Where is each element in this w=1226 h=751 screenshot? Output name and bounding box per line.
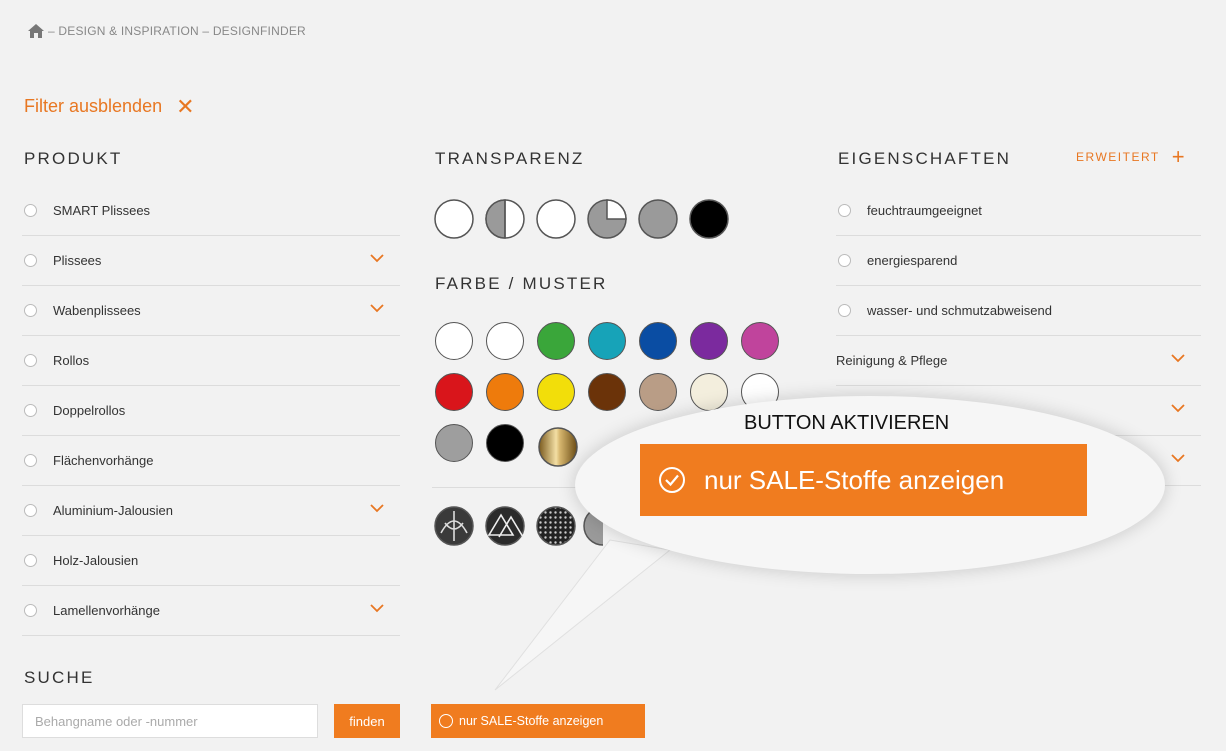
- list-item[interactable]: Lamellenvorhänge: [22, 586, 400, 636]
- list-item[interactable]: feuchtraumgeeignet: [836, 186, 1201, 236]
- chevron-down-icon[interactable]: [1171, 403, 1185, 413]
- sale-filter-button[interactable]: nur SALE-Stoffe anzeigen: [431, 704, 645, 738]
- close-icon: ✕: [176, 93, 195, 119]
- color-swatch[interactable]: [639, 373, 677, 411]
- color-swatch[interactable]: [588, 373, 626, 411]
- color-swatch[interactable]: [486, 373, 524, 411]
- callout-title: BUTTON AKTIVIEREN: [744, 412, 950, 434]
- divider: [432, 487, 582, 488]
- list-item[interactable]: Flächenvorhänge: [22, 436, 400, 486]
- list-item[interactable]: Rollos: [22, 336, 400, 386]
- color-swatch[interactable]: [537, 373, 575, 411]
- list-item-label: Holz-Jalousien: [53, 553, 139, 568]
- color-swatch[interactable]: [690, 322, 728, 360]
- list-item[interactable]: wasser- und schmutzabweisend: [836, 286, 1201, 336]
- radio-button[interactable]: [24, 304, 37, 317]
- radio-button[interactable]: [24, 354, 37, 367]
- transparency-dimout-swatch[interactable]: [638, 199, 678, 239]
- color-swatch[interactable]: [537, 322, 575, 360]
- list-item-label: Plissees: [53, 253, 102, 268]
- color-swatch[interactable]: [588, 322, 626, 360]
- erweitert-label: ERWEITERT: [1076, 150, 1160, 164]
- transparency-opaque-swatch[interactable]: [434, 199, 474, 239]
- produkt-title: PRODUKT: [24, 149, 123, 168]
- radio-button[interactable]: [24, 204, 37, 217]
- product-list: SMART Plissees Plissees Wabenplissees Ro…: [22, 186, 400, 636]
- home-icon[interactable]: [28, 24, 44, 38]
- list-item[interactable]: Plissees: [22, 236, 400, 286]
- list-item[interactable]: energiesparend: [836, 236, 1201, 286]
- callout-pointer: [494, 539, 672, 691]
- chevron-down-icon[interactable]: [370, 253, 384, 263]
- list-item[interactable]: SMART Plissees: [22, 186, 400, 236]
- color-swatch[interactable]: [435, 424, 473, 462]
- radio-button[interactable]: [24, 604, 37, 617]
- list-item-label: feuchtraumgeeignet: [867, 203, 982, 218]
- sale-filter-label: nur SALE-Stoffe anzeigen: [459, 714, 604, 728]
- list-item-label: Doppelrollos: [53, 403, 126, 418]
- transparency-half-swatch[interactable]: [485, 199, 525, 239]
- list-item-label: energiesparend: [867, 253, 958, 268]
- chevron-down-icon[interactable]: [1171, 453, 1185, 463]
- transparency-sheer-swatch[interactable]: [536, 199, 576, 239]
- hide-filter-button[interactable]: Filter ausblenden ✕: [24, 93, 195, 119]
- color-swatch[interactable]: [486, 322, 524, 360]
- color-swatch[interactable]: [639, 322, 677, 360]
- list-item-label: Wabenplissees: [53, 303, 141, 318]
- chevron-down-icon[interactable]: [1171, 353, 1185, 363]
- radio-button[interactable]: [838, 204, 851, 217]
- transparency-blackout-swatch[interactable]: [689, 199, 729, 239]
- color-swatch[interactable]: [741, 322, 779, 360]
- sale-filter-button-highlight[interactable]: nur SALE-Stoffe anzeigen: [640, 444, 1087, 516]
- list-item[interactable]: Aluminium-Jalousien: [22, 486, 400, 536]
- radio-button[interactable]: [24, 454, 37, 467]
- chevron-down-icon[interactable]: [370, 303, 384, 313]
- color-swatch[interactable]: [690, 373, 728, 411]
- floral-pattern-swatch[interactable]: [434, 506, 474, 546]
- breadcrumb: – DESIGN & INSPIRATION – DESIGNFINDER: [28, 24, 306, 38]
- color-swatch[interactable]: [486, 424, 524, 462]
- erweitert-button[interactable]: ERWEITERT +: [1076, 144, 1187, 169]
- property-group[interactable]: Reinigung & Pflege: [836, 336, 1201, 386]
- transparenz-title: TRANSPARENZ: [435, 149, 585, 168]
- search-input[interactable]: [22, 704, 318, 738]
- list-item-label: Flächenvorhänge: [53, 453, 154, 468]
- list-item[interactable]: Doppelrollos: [22, 386, 400, 436]
- list-item[interactable]: Holz-Jalousien: [22, 536, 400, 586]
- list-item-label: SMART Plissees: [53, 203, 151, 218]
- hide-filter-label: Filter ausblenden: [24, 96, 163, 116]
- suche-title: SUCHE: [24, 668, 95, 687]
- farbe-title: FARBE / MUSTER: [435, 274, 608, 293]
- plus-icon: +: [1171, 144, 1187, 169]
- list-item-label: Lamellenvorhänge: [53, 603, 160, 618]
- eigenschaften-title: EIGENSCHAFTEN: [838, 149, 1012, 168]
- gold-swatch[interactable]: [537, 426, 579, 468]
- breadcrumb-text[interactable]: – DESIGN & INSPIRATION – DESIGNFINDER: [48, 24, 306, 38]
- list-item-label: wasser- und schmutzabweisend: [867, 303, 1052, 318]
- radio-icon: [439, 714, 453, 728]
- radio-button[interactable]: [838, 254, 851, 267]
- transparency-swatches: [434, 199, 729, 239]
- property-group-label: Reinigung & Pflege: [836, 353, 948, 368]
- radio-button[interactable]: [24, 254, 37, 267]
- color-swatch[interactable]: [435, 322, 473, 360]
- color-swatch[interactable]: [435, 373, 473, 411]
- radio-button[interactable]: [24, 404, 37, 417]
- radio-button[interactable]: [24, 554, 37, 567]
- list-item-label: Rollos: [53, 353, 90, 368]
- list-item[interactable]: Wabenplissees: [22, 286, 400, 336]
- sale-filter-big-label: nur SALE-Stoffe anzeigen: [704, 464, 1005, 495]
- find-button[interactable]: finden: [334, 704, 400, 738]
- chevron-down-icon[interactable]: [370, 503, 384, 513]
- chevron-down-icon[interactable]: [370, 603, 384, 613]
- list-item-label: Aluminium-Jalousien: [53, 503, 173, 518]
- radio-button[interactable]: [838, 304, 851, 317]
- check-circle-icon: [659, 467, 685, 493]
- radio-button[interactable]: [24, 504, 37, 517]
- transparency-quarter-swatch[interactable]: [587, 199, 627, 239]
